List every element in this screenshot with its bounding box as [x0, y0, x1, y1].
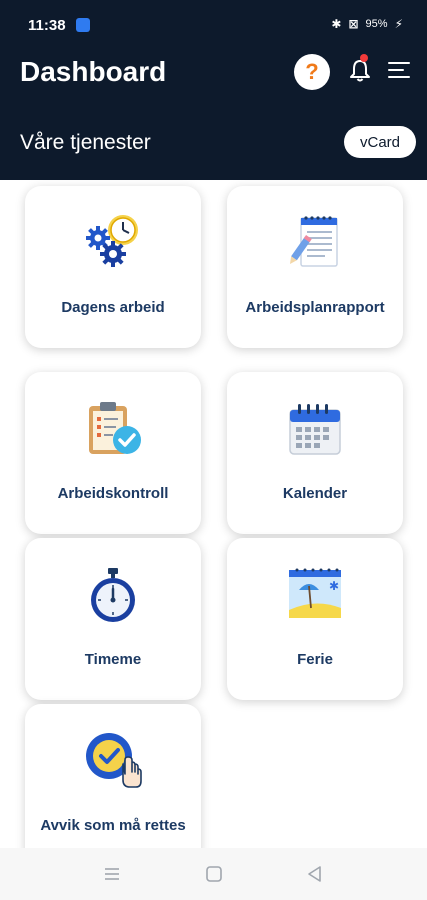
card-arbeidsplanrapport[interactable]: Arbeidsplanrapport — [227, 186, 403, 348]
card-label: Avvik som må rettes — [40, 817, 186, 834]
triangle-back-icon — [308, 866, 321, 882]
bell-icon — [350, 60, 370, 82]
stopwatch-icon — [83, 564, 143, 624]
card-dagens-arbeid[interactable]: Dagens arbeid — [25, 186, 201, 348]
check-hand-icon — [83, 730, 143, 790]
card-label: Dagens arbeid — [61, 299, 165, 316]
notepad-pencil-icon — [285, 212, 345, 272]
menu-lines-icon — [105, 868, 119, 880]
system-navigation-bar — [0, 848, 427, 900]
menu-icon — [388, 62, 410, 64]
beach-vacation-icon: ✱ — [285, 564, 345, 624]
card-avvik-som-ma-rettes[interactable]: Avvik som må rettes — [25, 704, 201, 848]
gears-clock-icon — [83, 212, 143, 272]
notifications-button[interactable] — [348, 54, 372, 84]
signal-icon: ⊠ — [348, 17, 359, 31]
card-label: Timeme — [84, 651, 142, 668]
card-label: Kalender — [282, 485, 348, 502]
services-grid: Dagens arbeid Arbeidsplanrapport Arbeids… — [0, 180, 427, 848]
square-icon — [206, 866, 222, 882]
status-bar: 11:38 ✱ ⊠ 95% ⚡ — [0, 0, 427, 44]
battery-level: 95% — [365, 18, 388, 30]
home-button[interactable] — [204, 864, 224, 884]
menu-icon-line — [388, 76, 410, 78]
menu-icon-line — [388, 69, 404, 71]
card-label: Arbeidskontroll — [57, 485, 169, 502]
back-button[interactable] — [305, 864, 325, 884]
clipboard-check-icon — [83, 398, 143, 458]
card-timeme[interactable]: Timeme — [25, 538, 201, 700]
bluetooth-icon: ✱ — [331, 17, 342, 31]
section-title: Våre tjenester — [20, 131, 151, 154]
card-kalender[interactable]: Kalender — [227, 372, 403, 534]
card-ferie[interactable]: ✱ Ferie — [227, 538, 403, 700]
status-time: 11:38 — [28, 17, 66, 34]
header: 11:38 ✱ ⊠ 95% ⚡ Dashboard ? Våre tjenest… — [0, 0, 427, 180]
help-button[interactable]: ? — [294, 54, 330, 90]
menu-button[interactable] — [388, 60, 410, 80]
calendar-icon — [285, 398, 345, 458]
vcard-button[interactable]: vCard — [344, 126, 416, 158]
card-label: Ferie — [297, 651, 333, 668]
status-right: ✱ ⊠ 95% ⚡ — [331, 17, 403, 31]
charging-icon: ⚡ — [394, 17, 403, 31]
recent-apps-button[interactable] — [102, 864, 122, 884]
help-icon: ? — [305, 59, 319, 84]
app-notification-icon — [76, 18, 90, 32]
card-arbeidskontroll[interactable]: Arbeidskontroll — [25, 372, 201, 534]
svg-text:✱: ✱ — [329, 579, 339, 593]
notification-dot — [360, 54, 368, 62]
page-title: Dashboard — [20, 56, 167, 87]
card-label: Arbeidsplanrapport — [245, 299, 385, 316]
